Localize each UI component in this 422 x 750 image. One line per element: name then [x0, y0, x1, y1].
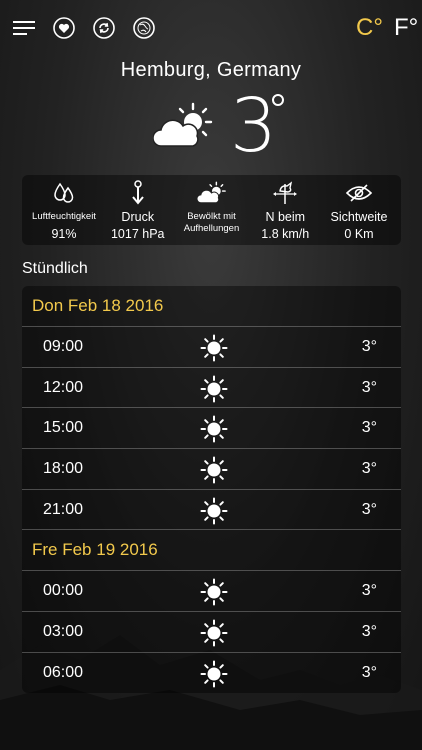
stat-visibility: Sichtweite 0 Km	[323, 175, 395, 245]
hourly-row[interactable]: 12:00 3°	[22, 368, 401, 409]
hourly-temp: 3°	[361, 500, 377, 518]
unit-fahrenheit-label: F°	[394, 14, 419, 41]
hourly-row[interactable]: 15:00 3°	[22, 408, 401, 450]
stat-pressure: Druck 1017 hPa	[102, 175, 174, 245]
hourly-row[interactable]: 03:00 3°	[22, 612, 401, 653]
stat-condition-label: Bewölkt mit Aufhellungen	[183, 211, 240, 234]
hourly-time: 15:00	[43, 419, 84, 437]
humidity-drops-icon	[54, 178, 74, 208]
unit-fahrenheit-toggle[interactable]: F°	[394, 14, 418, 42]
location-title: Hemburg, Germany	[120, 59, 302, 81]
partly-cloudy-icon	[196, 178, 227, 208]
current-temperature: 3	[230, 83, 278, 169]
sun-icon	[200, 456, 228, 489]
stat-visibility-label: Sichtweite	[330, 210, 388, 224]
sun-icon	[200, 578, 228, 611]
hourly-temp: 3°	[361, 337, 377, 355]
hourly-time: 09:00	[43, 337, 84, 355]
hourly-time: 18:00	[43, 459, 84, 477]
hourly-temp: 3°	[361, 622, 377, 640]
day-header: Don Feb 18 2016	[22, 286, 401, 327]
sun-icon	[200, 334, 228, 367]
sun-icon	[200, 497, 228, 530]
stat-pressure-label: Druck	[121, 210, 155, 224]
heart-icon[interactable]	[50, 14, 78, 42]
hourly-time: 12:00	[43, 378, 84, 396]
refresh-icon[interactable]	[90, 14, 118, 42]
hourly-temp: 3°	[361, 582, 377, 600]
globe-icon[interactable]	[130, 14, 158, 42]
sun-icon	[200, 375, 228, 408]
stat-condition: Bewölkt mit Aufhellungen	[176, 175, 248, 245]
pressure-arrow-icon	[130, 178, 146, 208]
stat-humidity-value: 91%	[51, 227, 77, 241]
degree-symbol	[272, 94, 284, 106]
unit-celsius-toggle[interactable]: C°	[356, 14, 383, 42]
weathervane-icon	[271, 178, 299, 208]
stat-wind-value: 1.8 km/h	[261, 227, 310, 241]
hourly-time: 00:00	[43, 582, 84, 600]
stat-humidity: Luftfeuchtigkeit 91%	[28, 175, 100, 245]
hourly-temp: 3°	[361, 378, 377, 396]
stat-humidity-label: Luftfeuchtigkeit	[32, 211, 96, 222]
current-weather: 3	[0, 88, 422, 164]
hourly-row[interactable]: 00:00 3°	[22, 571, 401, 613]
hourly-time: 06:00	[43, 664, 84, 682]
unit-celsius-label: C°	[356, 14, 383, 41]
hourly-temp: 3°	[361, 459, 377, 477]
hourly-temp: 3°	[361, 664, 377, 682]
weather-stats-panel: Luftfeuchtigkeit 91% Druck 1017 hPa Bewö…	[22, 175, 401, 245]
sun-icon	[200, 619, 228, 652]
sun-icon	[200, 660, 228, 693]
day-header: Fre Feb 19 2016	[22, 530, 401, 572]
hourly-row[interactable]: 09:00 3°	[22, 327, 401, 368]
partly-cloudy-icon	[152, 102, 215, 155]
top-toolbar: C° F°	[10, 14, 418, 42]
stat-visibility-value: 0 Km	[344, 227, 374, 241]
visibility-eye-icon	[346, 178, 372, 208]
hourly-forecast-list[interactable]: Don Feb 18 2016 09:00 3° 12:00 3° 15:00 …	[22, 286, 401, 693]
hourly-time: 03:00	[43, 622, 84, 640]
hourly-row[interactable]: 06:00 3°	[22, 653, 401, 693]
sun-icon	[200, 415, 228, 448]
hourly-time: 21:00	[43, 500, 84, 518]
hourly-row[interactable]: 18:00 3°	[22, 449, 401, 490]
hourly-section-title: Stündlich	[22, 260, 88, 277]
stat-wind-label: N beim	[265, 210, 306, 224]
hamburger-menu-icon[interactable]	[10, 14, 38, 42]
stat-pressure-value: 1017 hPa	[110, 227, 165, 241]
hourly-temp: 3°	[361, 419, 377, 437]
hourly-row[interactable]: 21:00 3°	[22, 490, 401, 531]
stat-wind: N beim 1.8 km/h	[249, 175, 321, 245]
